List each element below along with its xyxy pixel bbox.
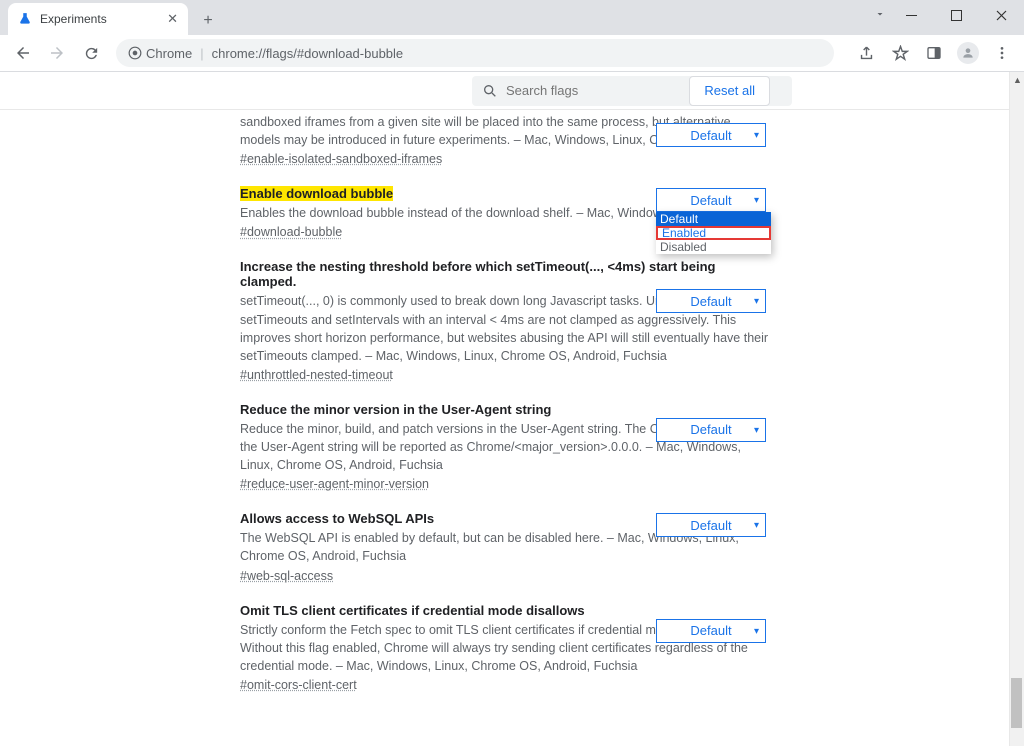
flask-icon [18, 12, 32, 26]
url-prefix: Chrome [146, 46, 192, 61]
url-text: chrome://flags/#download-bubble [212, 46, 404, 61]
flag-item: Increase the nesting threshold before wh… [240, 243, 770, 386]
dropdown-option-disabled[interactable]: Disabled [656, 240, 771, 254]
separator: | [200, 46, 203, 61]
flag-title: Omit TLS client certificates if credenti… [240, 603, 585, 618]
menu-icon[interactable] [988, 39, 1016, 67]
flag-anchor-link[interactable]: #download-bubble [240, 225, 342, 239]
minimize-button[interactable] [889, 0, 934, 30]
chevron-down-icon: ▾ [754, 425, 759, 436]
window-controls [889, 0, 1024, 30]
dropdown-option-enabled[interactable]: Enabled [656, 226, 771, 240]
flag-item: Reduce the minor version in the User-Age… [240, 386, 770, 495]
flag-anchor-link[interactable]: #web-sql-access [240, 569, 333, 583]
flag-item: sandboxed iframes from a given site will… [240, 113, 770, 170]
select-value: Default [690, 623, 731, 638]
close-window-button[interactable] [979, 0, 1024, 30]
flag-item: Allows access to WebSQL APIsThe WebSQL A… [240, 495, 770, 586]
chrome-logo-icon [128, 46, 142, 60]
share-icon[interactable] [852, 39, 880, 67]
browser-tab[interactable]: Experiments ✕ [8, 3, 188, 35]
bookmark-icon[interactable] [886, 39, 914, 67]
flag-title: Increase the nesting threshold before wh… [240, 259, 715, 289]
flag-select[interactable]: Default ▾ [656, 513, 766, 537]
flag-anchor-link[interactable]: #reduce-user-agent-minor-version [240, 477, 429, 491]
flag-title: Reduce the minor version in the User-Age… [240, 402, 551, 417]
address-bar[interactable]: Chrome | chrome://flags/#download-bubble [116, 39, 834, 67]
chevron-down-icon: ▾ [754, 520, 759, 531]
select-value: Default [690, 518, 731, 533]
site-chip: Chrome [128, 46, 192, 61]
flag-anchor-link[interactable]: #enable-isolated-sandboxed-iframes [240, 152, 442, 166]
browser-toolbar: Chrome | chrome://flags/#download-bubble [0, 35, 1024, 72]
select-dropdown: Default Enabled Disabled [656, 212, 771, 254]
scroll-up-arrow[interactable]: ▲ [1010, 72, 1024, 87]
flag-title: Enable download bubble [240, 186, 393, 201]
dropdown-option-default[interactable]: Default [656, 212, 771, 226]
flag-select[interactable]: Default ▾ [656, 418, 766, 442]
flag-item: Omit TLS client certificates if credenti… [240, 587, 770, 696]
scrollbar-thumb[interactable] [1011, 678, 1022, 728]
chevron-down-icon: ▾ [754, 626, 759, 637]
select-value: Default [690, 422, 731, 437]
flag-select[interactable]: Default ▾ [656, 123, 766, 147]
reset-all-button[interactable]: Reset all [689, 76, 770, 106]
chevron-down-icon[interactable] [874, 8, 886, 20]
chevron-down-icon: ▾ [754, 195, 759, 206]
window-titlebar: Experiments ✕ + [0, 0, 1024, 35]
flag-select[interactable]: Default ▾ [656, 289, 766, 313]
flag-title: Allows access to WebSQL APIs [240, 511, 434, 526]
flag-select[interactable]: Default ▾ [656, 619, 766, 643]
maximize-button[interactable] [934, 0, 979, 30]
flags-header: Reset all [0, 72, 1024, 110]
toolbar-actions [852, 39, 1016, 67]
profile-avatar[interactable] [954, 39, 982, 67]
select-value: Default [690, 193, 731, 208]
flag-anchor-link[interactable]: #unthrottled-nested-timeout [240, 368, 393, 382]
search-icon [482, 83, 498, 99]
new-tab-button[interactable]: + [194, 7, 222, 35]
chevron-down-icon: ▾ [754, 130, 759, 141]
flag-item: Enable download bubbleEnables the downlo… [240, 170, 770, 243]
page-viewport: Reset all sandboxed iframes from a given… [0, 72, 1024, 746]
chevron-down-icon: ▾ [754, 296, 759, 307]
reload-button[interactable] [76, 38, 106, 68]
scrollbar[interactable]: ▲ [1009, 72, 1024, 746]
tab-title: Experiments [40, 12, 167, 26]
flag-anchor-link[interactable]: #omit-cors-client-cert [240, 678, 357, 692]
select-value: Default [690, 294, 731, 309]
back-button[interactable] [8, 38, 38, 68]
sidepanel-icon[interactable] [920, 39, 948, 67]
flag-select[interactable]: Default ▾ [656, 188, 766, 212]
forward-button[interactable] [42, 38, 72, 68]
select-value: Default [690, 128, 731, 143]
close-tab-icon[interactable]: ✕ [167, 11, 178, 27]
flags-list: sandboxed iframes from a given site will… [0, 110, 1009, 746]
